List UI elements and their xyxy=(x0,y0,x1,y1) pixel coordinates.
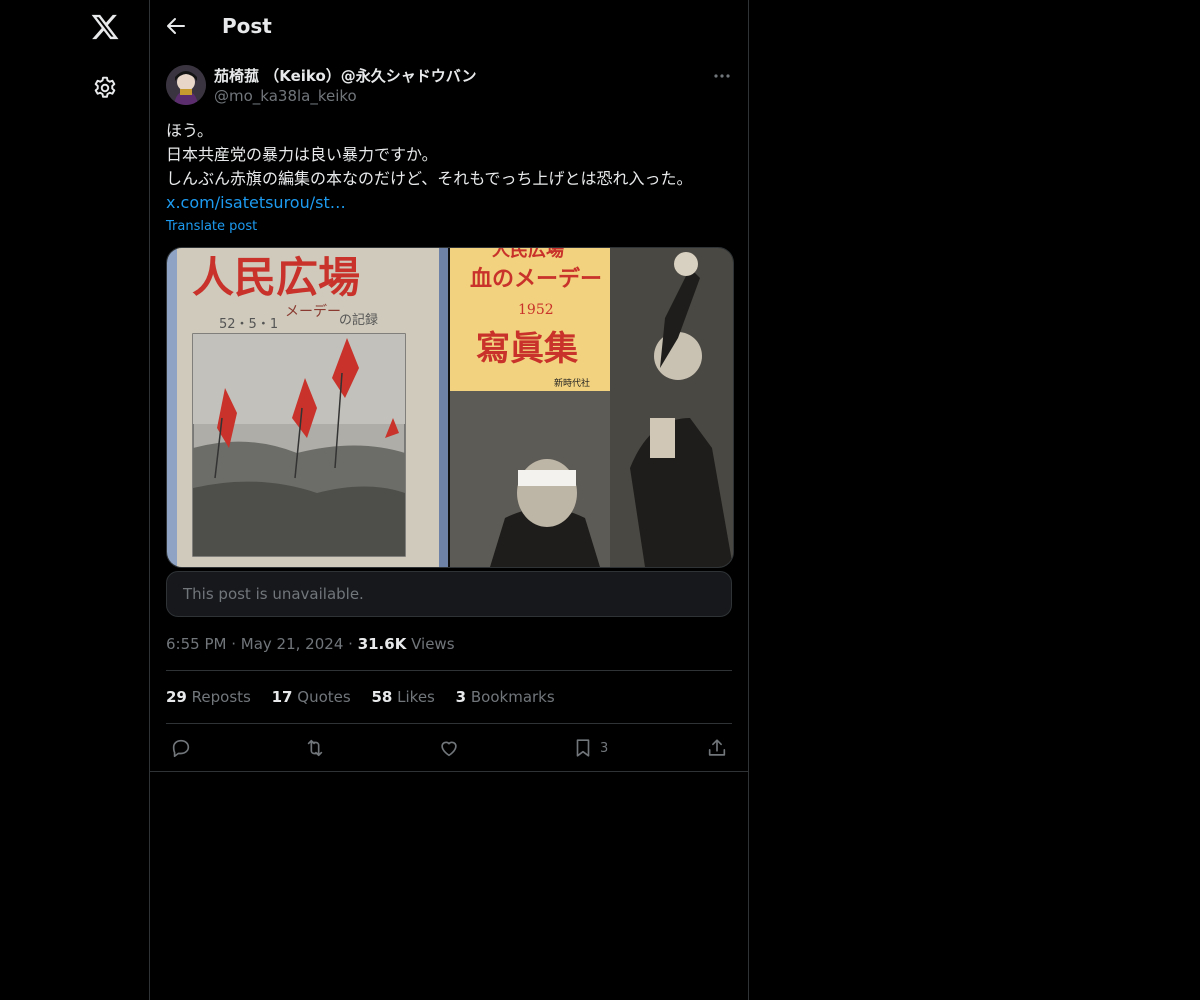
repost-icon xyxy=(307,739,323,757)
quotes-count: 17 xyxy=(271,688,293,706)
bookmark-icon xyxy=(576,739,590,757)
quotes-label: Quotes xyxy=(297,688,351,706)
meta-separator: · xyxy=(231,635,241,653)
post-meta: 6:55 PM · May 21, 2024 · 31.6K Views xyxy=(166,635,455,653)
divider xyxy=(150,771,748,772)
right-cover-publisher: 新時代社 xyxy=(554,377,590,389)
left-cover-caption: の記録 xyxy=(339,312,378,328)
post-time[interactable]: 6:55 PM xyxy=(166,635,226,653)
likes-stat[interactable]: 58 Likes xyxy=(371,688,434,706)
post-date[interactable]: May 21, 2024 xyxy=(241,635,344,653)
right-cover-year: 1952 xyxy=(518,302,554,318)
heart-icon xyxy=(441,741,457,757)
page-title: Post xyxy=(222,14,272,38)
share-button[interactable] xyxy=(706,736,728,760)
quotes-stat[interactable]: 17 Quotes xyxy=(272,688,351,706)
views-count: 31.6K xyxy=(357,635,407,653)
author-handle[interactable]: @mo_ka38la_keiko xyxy=(214,87,357,105)
like-button[interactable] xyxy=(438,736,460,760)
left-cover-subtitle: メーデー xyxy=(285,303,341,320)
avatar[interactable] xyxy=(166,65,206,105)
reply-button[interactable] xyxy=(170,736,192,760)
post-column: Post 茄椅菰 （Keiko）@永久シャドウバン @mo_ka38la_kei… xyxy=(150,0,749,1000)
right-cover-title: 寫眞集 xyxy=(476,329,578,369)
views-label: Views xyxy=(411,635,455,653)
post-media[interactable]: 人民広場 メーデー 52・5・1 の記録 人民広場 血のメーデー 1952 寫眞… xyxy=(166,247,734,568)
right-cover-headline: 血のメーデー xyxy=(470,266,602,292)
x-logo-icon[interactable] xyxy=(90,12,120,42)
action-bar: 3 xyxy=(166,736,732,760)
post-text-line: ほう。 xyxy=(166,121,214,140)
post-stats: 29 Reposts 17 Quotes 58 Likes 3 Bookmark… xyxy=(166,688,571,706)
left-nav xyxy=(0,0,150,1000)
post-text-line: しんぶん赤旗の編集の本なのだけど、それもでっち上げとは恐れ入った。 xyxy=(166,169,693,188)
right-cover-top: 人民広場 xyxy=(492,248,564,261)
reposts-label: Reposts xyxy=(191,688,251,706)
bookmarks-count: 3 xyxy=(455,688,467,706)
left-cover-title: 人民広場 xyxy=(192,253,360,302)
likes-label: Likes xyxy=(397,688,435,706)
translate-post-link[interactable]: Translate post xyxy=(166,219,257,234)
left-cover-date: 52・5・1 xyxy=(219,317,278,332)
repost-button[interactable] xyxy=(304,736,326,760)
book-cover-image-left[interactable]: 人民広場 メーデー 52・5・1 の記録 xyxy=(167,248,448,567)
bookmark-button[interactable]: 3 xyxy=(572,736,608,760)
post-text: ほう。 日本共産党の暴力は良い暴力ですか。 しんぶん赤旗の編集の本なのだけど、そ… xyxy=(166,119,736,215)
book-cover-image-right[interactable]: 人民広場 血のメーデー 1952 寫眞集 新時代社 xyxy=(450,248,733,567)
post-text-line: 日本共産党の暴力は良い暴力ですか。 xyxy=(166,145,438,164)
top-bar: Post xyxy=(150,0,748,53)
unavailable-text: This post is unavailable. xyxy=(183,585,364,603)
divider xyxy=(166,723,732,724)
reposts-count: 29 xyxy=(166,688,187,706)
share-icon xyxy=(708,739,726,756)
avatar-image xyxy=(166,65,206,105)
post-link[interactable]: x.com/isatetsurou/st… xyxy=(166,193,346,212)
bookmark-count: 3 xyxy=(600,740,609,756)
likes-count: 58 xyxy=(371,688,393,706)
back-arrow-icon[interactable] xyxy=(164,14,188,38)
divider xyxy=(166,670,732,671)
author-name[interactable]: 茄椅菰 （Keiko）@永久シャドウバン xyxy=(214,65,477,86)
bookmarks-label: Bookmarks xyxy=(470,688,555,706)
bookmarks-stat[interactable]: 3 Bookmarks xyxy=(456,688,555,706)
reposts-stat[interactable]: 29 Reposts xyxy=(166,688,251,706)
more-options-icon[interactable] xyxy=(710,64,734,88)
meta-separator: · xyxy=(348,635,358,653)
quoted-post-unavailable: This post is unavailable. xyxy=(166,571,732,617)
gear-icon[interactable] xyxy=(92,75,118,101)
reply-icon xyxy=(172,739,190,758)
